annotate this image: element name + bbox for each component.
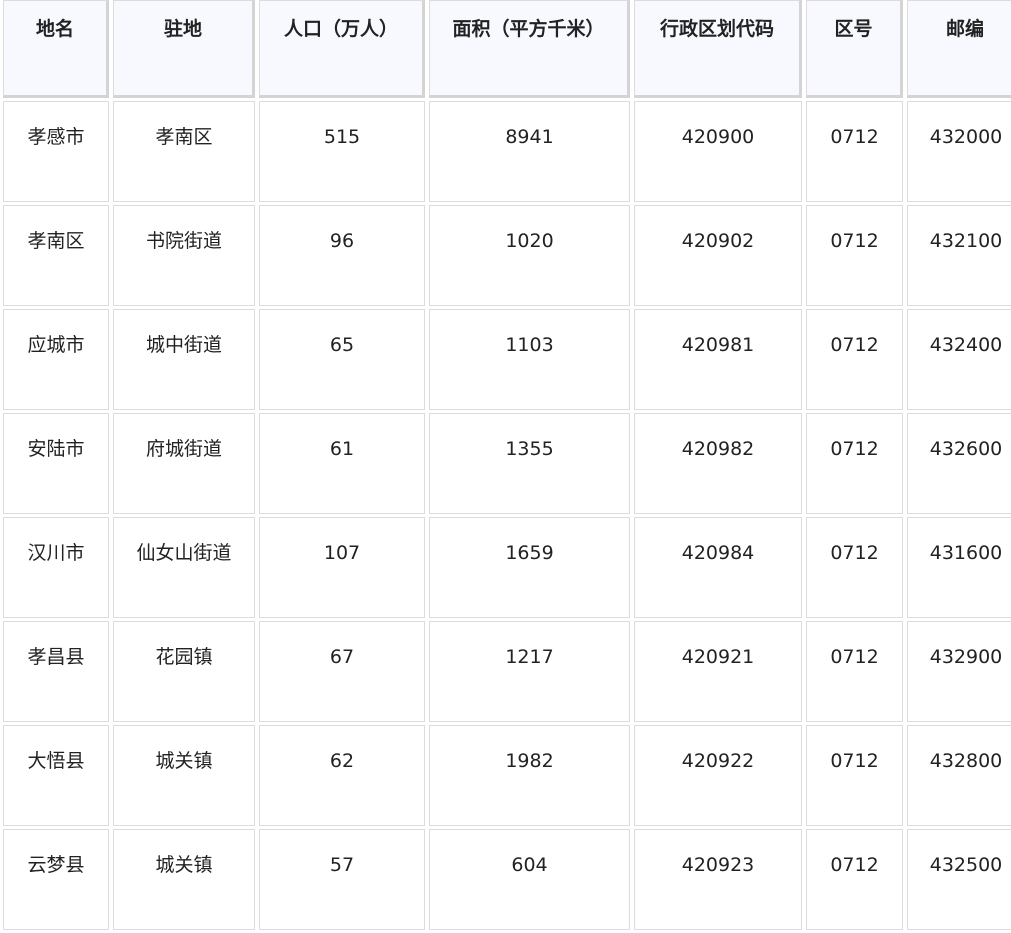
table-row: 孝感市 孝南区 515 8941 420900 0712 432000	[3, 101, 1011, 202]
cell-population: 67	[259, 621, 425, 722]
cell-area-code: 0712	[806, 101, 903, 202]
cell-area: 604	[429, 829, 630, 930]
cell-postal-code: 432900	[907, 621, 1011, 722]
header-place-name[interactable]: 地名	[3, 0, 109, 98]
cell-postal-code: 432400	[907, 309, 1011, 410]
cell-area: 1103	[429, 309, 630, 410]
header-population[interactable]: 人口（万人）	[259, 0, 425, 98]
cell-area-code: 0712	[806, 413, 903, 514]
cell-seat: 孝南区	[113, 101, 255, 202]
table-row: 孝昌县 花园镇 67 1217 420921 0712 432900	[3, 621, 1011, 722]
cell-seat: 书院街道	[113, 205, 255, 306]
table-row: 孝南区 书院街道 96 1020 420902 0712 432100	[3, 205, 1011, 306]
cell-population: 65	[259, 309, 425, 410]
cell-place-name: 孝感市	[3, 101, 109, 202]
cell-seat: 城关镇	[113, 829, 255, 930]
cell-admin-code: 420923	[634, 829, 802, 930]
cell-area-code: 0712	[806, 725, 903, 826]
cell-place-name: 安陆市	[3, 413, 109, 514]
cell-admin-code: 420982	[634, 413, 802, 514]
city-data-table: 地名 驻地 人口（万人） 面积（平方千米） 行政区划代码 区号 邮编 孝感市 孝…	[0, 0, 1011, 933]
cell-seat: 城关镇	[113, 725, 255, 826]
table-header-row: 地名 驻地 人口（万人） 面积（平方千米） 行政区划代码 区号 邮编	[3, 0, 1011, 98]
cell-place-name: 应城市	[3, 309, 109, 410]
header-area-code[interactable]: 区号	[806, 0, 903, 98]
cell-admin-code: 420922	[634, 725, 802, 826]
cell-area: 1217	[429, 621, 630, 722]
cell-admin-code: 420984	[634, 517, 802, 618]
cell-place-name: 孝南区	[3, 205, 109, 306]
cell-postal-code: 432800	[907, 725, 1011, 826]
cell-postal-code: 432600	[907, 413, 1011, 514]
cell-seat: 花园镇	[113, 621, 255, 722]
cell-admin-code: 420900	[634, 101, 802, 202]
table-row: 应城市 城中街道 65 1103 420981 0712 432400	[3, 309, 1011, 410]
cell-area: 1020	[429, 205, 630, 306]
table-row: 大悟县 城关镇 62 1982 420922 0712 432800	[3, 725, 1011, 826]
cell-place-name: 大悟县	[3, 725, 109, 826]
cell-place-name: 云梦县	[3, 829, 109, 930]
cell-area-code: 0712	[806, 829, 903, 930]
cell-postal-code: 432100	[907, 205, 1011, 306]
table-row: 安陆市 府城街道 61 1355 420982 0712 432600	[3, 413, 1011, 514]
header-area[interactable]: 面积（平方千米）	[429, 0, 630, 98]
cell-population: 107	[259, 517, 425, 618]
cell-seat: 府城街道	[113, 413, 255, 514]
cell-area-code: 0712	[806, 205, 903, 306]
cell-area: 8941	[429, 101, 630, 202]
cell-population: 61	[259, 413, 425, 514]
cell-population: 515	[259, 101, 425, 202]
cell-population: 62	[259, 725, 425, 826]
cell-place-name: 汉川市	[3, 517, 109, 618]
header-admin-code[interactable]: 行政区划代码	[634, 0, 802, 98]
header-postal-code[interactable]: 邮编	[907, 0, 1011, 98]
cell-area-code: 0712	[806, 517, 903, 618]
cell-admin-code: 420902	[634, 205, 802, 306]
cell-place-name: 孝昌县	[3, 621, 109, 722]
cell-area: 1355	[429, 413, 630, 514]
cell-postal-code: 432500	[907, 829, 1011, 930]
cell-area-code: 0712	[806, 621, 903, 722]
table-row: 云梦县 城关镇 57 604 420923 0712 432500	[3, 829, 1011, 930]
cell-area: 1982	[429, 725, 630, 826]
data-table-container: 地名 驻地 人口（万人） 面积（平方千米） 行政区划代码 区号 邮编 孝感市 孝…	[0, 0, 1011, 933]
header-seat[interactable]: 驻地	[113, 0, 255, 98]
cell-area-code: 0712	[806, 309, 903, 410]
cell-seat: 城中街道	[113, 309, 255, 410]
cell-seat: 仙女山街道	[113, 517, 255, 618]
cell-population: 57	[259, 829, 425, 930]
table-row: 汉川市 仙女山街道 107 1659 420984 0712 431600	[3, 517, 1011, 618]
cell-population: 96	[259, 205, 425, 306]
cell-admin-code: 420921	[634, 621, 802, 722]
cell-postal-code: 432000	[907, 101, 1011, 202]
cell-postal-code: 431600	[907, 517, 1011, 618]
cell-admin-code: 420981	[634, 309, 802, 410]
cell-area: 1659	[429, 517, 630, 618]
